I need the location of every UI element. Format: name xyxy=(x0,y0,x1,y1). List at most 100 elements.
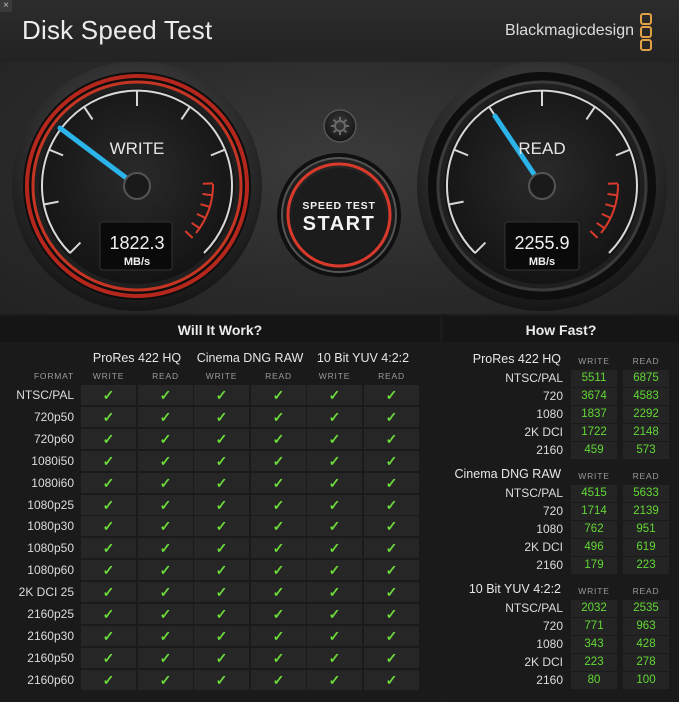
app-title: Disk Speed Test xyxy=(22,15,213,45)
check-icon: ✓ xyxy=(364,406,419,427)
format-label: 2K DCI 25 xyxy=(18,585,74,600)
read-speed-value: 428 xyxy=(623,636,669,653)
check-icon: ✓ xyxy=(194,516,249,537)
check-icon: ✓ xyxy=(194,450,249,471)
close-icon[interactable]: × xyxy=(0,0,12,12)
check-icon: ✓ xyxy=(364,560,419,581)
check-icon: ✓ xyxy=(364,538,419,559)
check-icon: ✓ xyxy=(138,450,193,471)
check-icon: ✓ xyxy=(81,450,136,471)
check-icon: ✓ xyxy=(364,669,419,690)
write-speed-value: 80 xyxy=(571,672,617,689)
check-icon: ✓ xyxy=(364,450,419,471)
format-label: 2160p25 xyxy=(27,607,74,621)
table-row: 2160p60 ✓ ✓ ✓ ✓ ✓ ✓ xyxy=(0,669,440,691)
subheader-write: WRITE xyxy=(205,371,238,381)
group-header: 10 Bit YUV 4:2:2 xyxy=(316,351,410,365)
write-speed-value: 179 xyxy=(571,557,617,574)
check-icon: ✓ xyxy=(251,604,306,624)
resolution-label: NTSC/PAL xyxy=(505,371,563,385)
check-icon: ✓ xyxy=(138,494,193,515)
check-icon: ✓ xyxy=(307,582,362,603)
settings-button[interactable] xyxy=(323,109,357,143)
check-icon: ✓ xyxy=(251,582,306,603)
subheader-write: WRITE xyxy=(578,471,610,481)
start-button[interactable]: SPEED TEST START xyxy=(277,153,401,277)
format-label: 1080i50 xyxy=(31,453,74,468)
check-icon: ✓ xyxy=(138,625,193,646)
write-speed-value: 3674 xyxy=(571,388,617,405)
check-icon: ✓ xyxy=(194,669,249,690)
format-label: 2160p60 xyxy=(27,672,74,687)
check-icon: ✓ xyxy=(81,604,136,624)
check-icon: ✓ xyxy=(251,647,306,668)
read-unit: MB/s xyxy=(529,256,555,268)
write-speed-value: 1722 xyxy=(571,424,617,441)
check-icon: ✓ xyxy=(364,472,419,493)
will-it-work-title: Will It Work? xyxy=(0,316,440,342)
read-speed-value: 2139 xyxy=(623,503,669,520)
write-speed-value: 343 xyxy=(571,636,617,653)
write-speed-value: 1714 xyxy=(571,503,617,520)
read-speed-value: 100 xyxy=(623,672,669,689)
check-icon: ✓ xyxy=(251,472,306,493)
check-icon: ✓ xyxy=(251,406,306,427)
check-icon: ✓ xyxy=(194,494,249,515)
group-header: ProRes 422 HQ xyxy=(92,351,182,365)
resolution-label: 720 xyxy=(542,619,563,633)
check-icon: ✓ xyxy=(81,625,136,646)
read-value: 2255.9 xyxy=(514,233,569,253)
format-label: 2160p50 xyxy=(27,650,74,665)
resolution-label: 2160 xyxy=(536,673,563,687)
check-icon: ✓ xyxy=(251,428,306,449)
check-icon: ✓ xyxy=(138,472,193,493)
write-gauge: WRITE 1822.3 MB/s xyxy=(12,62,262,311)
check-icon: ✓ xyxy=(81,538,136,559)
check-icon: ✓ xyxy=(194,428,249,449)
check-icon: ✓ xyxy=(194,385,249,405)
check-icon: ✓ xyxy=(194,406,249,427)
write-speed-value: 5511 xyxy=(571,370,617,387)
subheader-read: READ xyxy=(632,586,660,596)
check-icon: ✓ xyxy=(138,516,193,537)
subheader-read: READ xyxy=(265,371,292,381)
read-speed-value: 278 xyxy=(623,654,669,671)
check-icon: ✓ xyxy=(364,385,419,405)
check-icon: ✓ xyxy=(307,472,362,493)
check-icon: ✓ xyxy=(81,385,136,405)
check-icon: ✓ xyxy=(81,406,136,427)
table-row: 1080i50 ✓ ✓ ✓ ✓ ✓ ✓ xyxy=(0,450,440,472)
check-icon: ✓ xyxy=(194,538,249,559)
resolution-label: 720 xyxy=(542,504,563,518)
resolution-label: NTSC/PAL xyxy=(505,601,563,615)
brand-name: Blackmagicdesign xyxy=(505,22,634,39)
format-label: 1080i60 xyxy=(31,475,74,490)
read-speed-value: 4583 xyxy=(623,388,669,405)
read-speed-value: 2292 xyxy=(623,406,669,423)
resolution-label: 1080 xyxy=(536,637,563,651)
check-icon: ✓ xyxy=(251,516,306,537)
resolution-label: 2K DCI xyxy=(524,540,563,554)
check-icon: ✓ xyxy=(81,472,136,493)
check-icon: ✓ xyxy=(307,669,362,690)
write-speed-value: 1837 xyxy=(571,406,617,423)
gauge-red-tick xyxy=(607,193,618,197)
resolution-label: 2K DCI xyxy=(524,655,563,669)
table-row: 1080i60 ✓ ✓ ✓ ✓ ✓ ✓ xyxy=(0,472,440,494)
resolution-label: 1080 xyxy=(536,522,563,536)
table-row: 2160p30 ✓ ✓ ✓ ✓ ✓ ✓ xyxy=(0,625,440,647)
resolution-label: 1080 xyxy=(536,407,563,421)
table-row: 720p50 ✓ ✓ ✓ ✓ ✓ ✓ xyxy=(0,406,440,428)
gauge-area: WRITE 1822.3 MB/s READ 2255.9 MB/s SPEED… xyxy=(0,62,679,314)
how-fast-section-title: ProRes 422 HQ xyxy=(472,352,561,366)
check-icon: ✓ xyxy=(251,560,306,581)
check-icon: ✓ xyxy=(307,428,362,449)
write-speed-value: 223 xyxy=(571,654,617,671)
check-icon: ✓ xyxy=(81,647,136,668)
check-icon: ✓ xyxy=(251,450,306,471)
format-label: 1080p25 xyxy=(27,497,74,512)
write-unit: MB/s xyxy=(124,256,150,268)
title-bar: × Disk Speed Test Blackmagicdesign xyxy=(0,0,679,62)
check-icon: ✓ xyxy=(81,428,136,449)
check-icon: ✓ xyxy=(307,560,362,581)
